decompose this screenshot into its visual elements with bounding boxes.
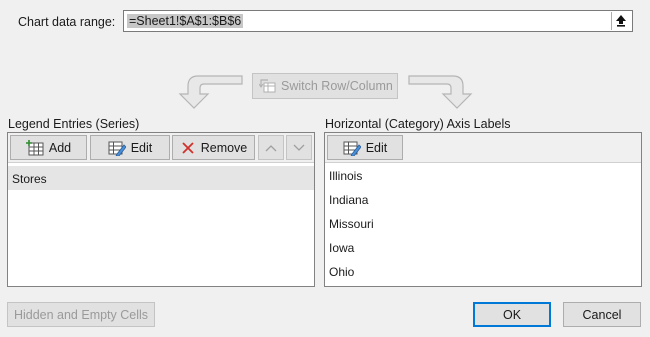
- add-table-icon: [25, 139, 44, 155]
- chart-data-range-label: Chart data range:: [18, 15, 116, 29]
- axis-list-item[interactable]: Iowa: [329, 241, 354, 255]
- legend-toolbar: Add Edit Remove: [8, 133, 314, 163]
- curved-arrow-left-icon: [178, 75, 243, 109]
- hidden-empty-cells-label: Hidden and Empty Cells: [13, 307, 149, 322]
- edit-series-label: Edit: [130, 140, 153, 155]
- remove-label: Remove: [200, 140, 248, 155]
- axis-list-item[interactable]: Indiana: [329, 193, 368, 207]
- edit-axis-labels-button[interactable]: Edit: [327, 135, 403, 160]
- hidden-empty-cells-button[interactable]: Hidden and Empty Cells: [7, 302, 155, 327]
- edit-table-icon: [108, 141, 126, 156]
- close-icon: [182, 141, 194, 154]
- axis-labels-panel: Edit Illinois Indiana Missouri Iowa Ohio: [324, 132, 642, 287]
- select-data-source-dialog: Chart data range: =Sheet1!$A$1:$B$6 Swit…: [0, 0, 650, 337]
- switch-row-column-label: Switch Row/Column: [281, 79, 393, 93]
- move-down-button[interactable]: [286, 135, 312, 160]
- axis-toolbar: Edit: [325, 133, 641, 163]
- remove-series-button[interactable]: Remove: [172, 135, 255, 160]
- ok-label: OK: [502, 307, 522, 322]
- legend-item-selected[interactable]: [8, 166, 314, 190]
- add-label: Add: [48, 140, 72, 155]
- move-up-button[interactable]: [258, 135, 284, 160]
- edit-axis-label: Edit: [365, 140, 388, 155]
- switch-row-column-icon: [259, 79, 276, 93]
- legend-entries-title: Legend Entries (Series): [8, 117, 140, 131]
- ok-button[interactable]: OK: [473, 302, 551, 327]
- legend-entries-panel: Add Edit Remove: [7, 132, 315, 287]
- edit-series-button[interactable]: Edit: [90, 135, 170, 160]
- axis-labels-title: Horizontal (Category) Axis Labels: [325, 117, 511, 131]
- add-series-button[interactable]: Add: [10, 135, 87, 160]
- axis-list-item[interactable]: Ohio: [329, 265, 354, 279]
- edit-table-icon: [343, 141, 361, 156]
- collapse-dialog-button[interactable]: [611, 12, 631, 30]
- legend-list-item[interactable]: Stores: [12, 172, 47, 186]
- cancel-label: Cancel: [582, 307, 622, 322]
- upload-arrow-icon: [616, 15, 626, 27]
- curved-arrow-right-icon: [408, 75, 473, 109]
- chevron-down-icon: [293, 144, 305, 151]
- chart-data-range-value: =Sheet1!$A$1:$B$6: [127, 14, 244, 28]
- axis-list-item[interactable]: Missouri: [329, 217, 374, 231]
- axis-list-item[interactable]: Illinois: [329, 169, 362, 183]
- chart-data-range-input[interactable]: =Sheet1!$A$1:$B$6: [123, 10, 633, 32]
- cancel-button[interactable]: Cancel: [563, 302, 641, 327]
- chevron-up-icon: [265, 144, 277, 151]
- switch-row-column-button[interactable]: Switch Row/Column: [252, 73, 398, 99]
